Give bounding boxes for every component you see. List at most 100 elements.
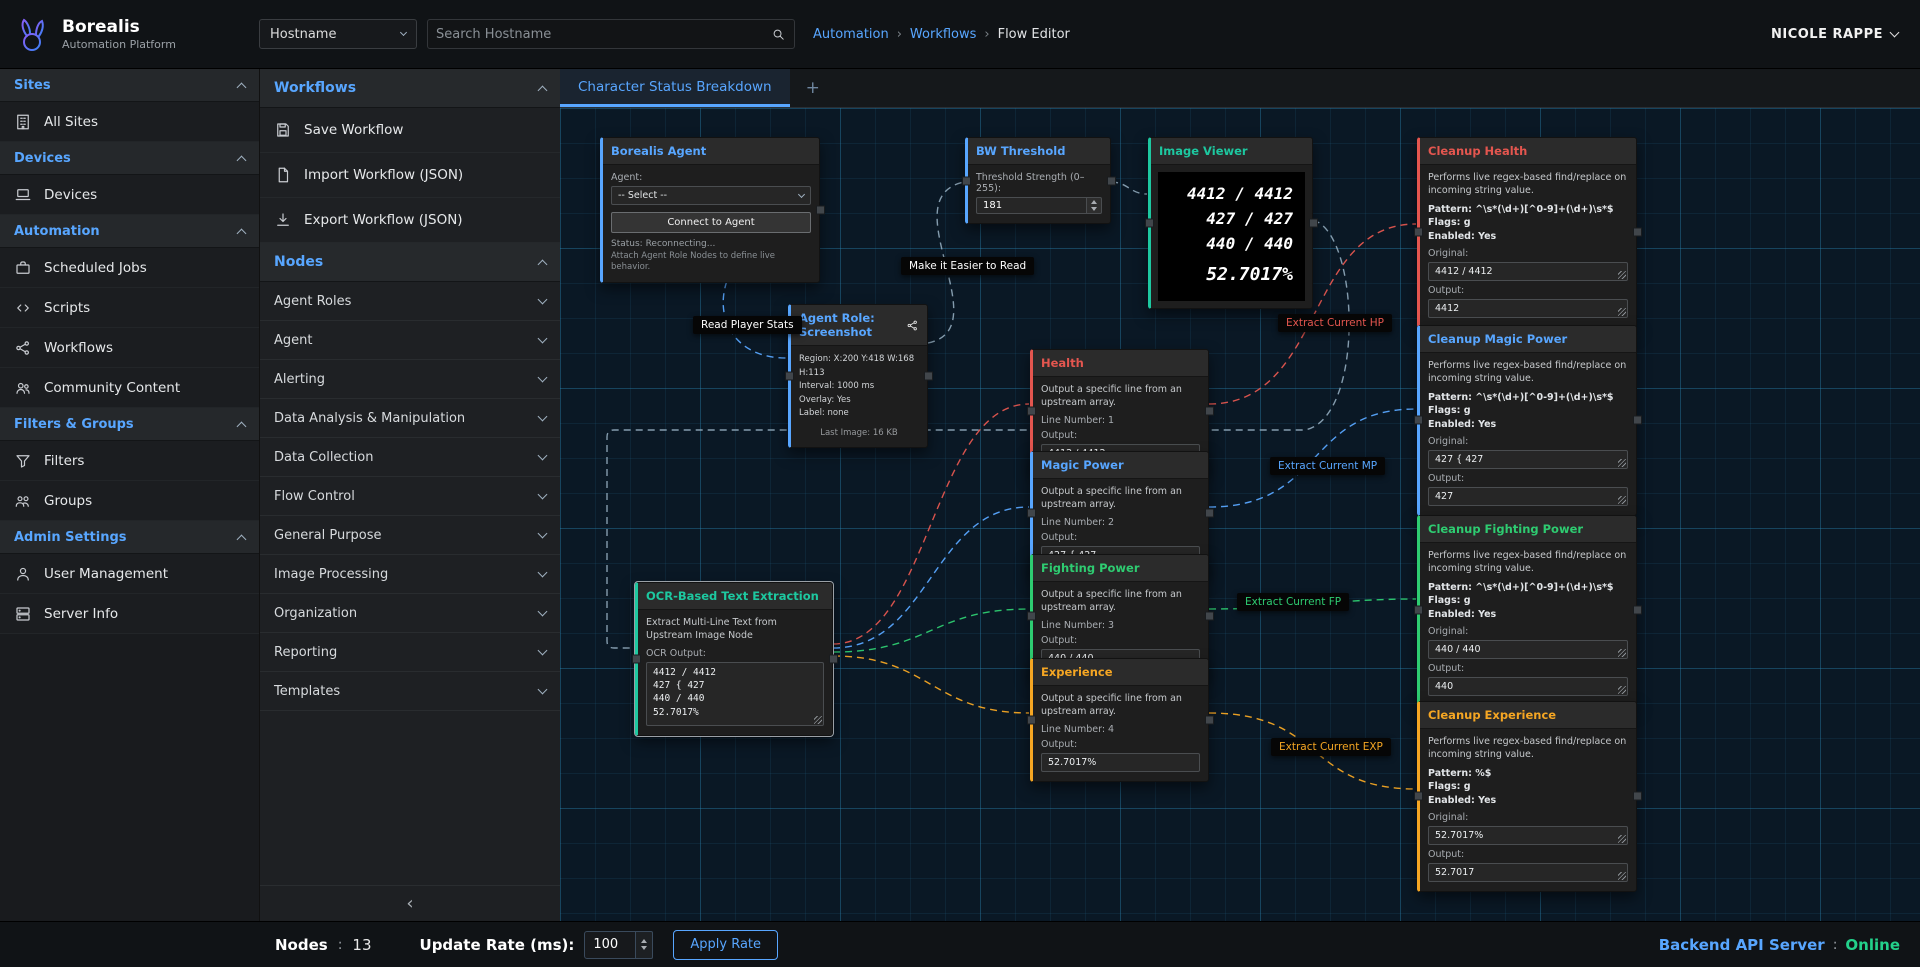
hostname-search[interactable] <box>427 19 795 49</box>
sidebar-item-scripts[interactable]: Scripts <box>0 288 259 328</box>
threshold-input[interactable] <box>976 197 1087 214</box>
output-handle[interactable] <box>1633 416 1642 425</box>
input-handle[interactable] <box>1414 416 1423 425</box>
sidebar-item-community-content[interactable]: Community Content <box>0 368 259 408</box>
output-handle[interactable] <box>1205 715 1214 724</box>
flow-canvas[interactable]: Read Player Stats Make it Easier to Read… <box>560 108 1920 921</box>
node-category-alerting[interactable]: Alerting <box>260 360 560 399</box>
node-category-data-collection[interactable]: Data Collection <box>260 438 560 477</box>
node-borealis-agent[interactable]: Borealis Agent Agent: -- Select -- Conne… <box>600 137 820 283</box>
original-field[interactable]: 52.7017% <box>1428 826 1628 845</box>
output-handle[interactable] <box>1205 508 1214 517</box>
sidebar-section-filters-groups[interactable]: Filters & Groups <box>0 408 259 441</box>
input-handle[interactable] <box>962 176 971 185</box>
node-cleanup-experience[interactable]: Cleanup Experience Performs live regex-b… <box>1417 701 1637 892</box>
node-category-flow-control[interactable]: Flow Control <box>260 477 560 516</box>
edge-label-extract-current-hp[interactable]: Extract Current HP <box>1278 314 1392 332</box>
nodes-panel-header[interactable]: Nodes <box>260 243 560 282</box>
node-header[interactable]: Cleanup Health <box>1420 138 1636 165</box>
node-image-viewer[interactable]: Image Viewer 4412 / 4412 427 / 427 440 /… <box>1148 137 1313 309</box>
original-field[interactable]: 4412 / 4412 <box>1428 262 1628 281</box>
output-handle[interactable] <box>1107 176 1116 185</box>
hostname-dropdown[interactable]: Hostname <box>259 19 417 49</box>
node-bw-threshold[interactable]: BW Threshold Threshold Strength (0–255): <box>965 137 1111 224</box>
apply-rate-button[interactable]: Apply Rate <box>673 930 778 960</box>
input-handle[interactable] <box>1027 715 1036 724</box>
original-field[interactable]: 440 / 440 <box>1428 640 1628 659</box>
node-category-data-analysis[interactable]: Data Analysis & Manipulation <box>260 399 560 438</box>
update-rate-input[interactable] <box>584 931 636 959</box>
node-header[interactable]: Borealis Agent <box>603 138 819 165</box>
node-header[interactable]: Cleanup Fighting Power <box>1420 516 1636 543</box>
collapse-panel-button[interactable]: ‹ <box>260 885 560 921</box>
node-category-general-purpose[interactable]: General Purpose <box>260 516 560 555</box>
edge-ocr-to-experience[interactable] <box>833 656 1029 713</box>
stepper-down-icon[interactable] <box>641 946 647 950</box>
node-header[interactable]: OCR-Based Text Extraction <box>638 583 832 610</box>
sidebar-item-groups[interactable]: Groups <box>0 481 259 521</box>
sidebar-item-server-info[interactable]: Server Info <box>0 594 259 634</box>
output-handle[interactable] <box>1633 228 1642 237</box>
output-handle[interactable] <box>1633 606 1642 615</box>
node-header[interactable]: Health <box>1033 350 1208 377</box>
original-field[interactable]: 427 { 427 <box>1428 450 1628 469</box>
sidebar-item-devices[interactable]: Devices <box>0 175 259 215</box>
output-field[interactable]: 440 <box>1428 677 1628 696</box>
agent-select[interactable]: -- Select -- <box>611 186 811 205</box>
input-handle[interactable] <box>1414 792 1423 801</box>
comment-make-it-easier-to-read[interactable]: Make it Easier to Read <box>901 257 1034 275</box>
input-handle[interactable] <box>1414 606 1423 615</box>
breadcrumb-workflows[interactable]: Workflows <box>910 27 976 42</box>
input-handle[interactable] <box>1027 508 1036 517</box>
input-handle[interactable] <box>1027 611 1036 620</box>
input-handle[interactable] <box>1027 406 1036 415</box>
breadcrumb-automation[interactable]: Automation <box>813 27 889 42</box>
node-header[interactable]: Image Viewer <box>1151 138 1312 165</box>
edge-label-extract-current-fp[interactable]: Extract Current FP <box>1237 593 1349 611</box>
output-handle[interactable] <box>816 206 825 215</box>
node-header[interactable]: Cleanup Experience <box>1420 702 1636 729</box>
input-handle[interactable] <box>1414 228 1423 237</box>
import-workflow-button[interactable]: Import Workflow (JSON) <box>260 153 560 198</box>
node-header[interactable]: Cleanup Magic Power <box>1420 326 1636 353</box>
share-icon[interactable] <box>906 319 919 332</box>
save-workflow-button[interactable]: Save Workflow <box>260 108 560 153</box>
edge-bwthreshold-to-imageviewer[interactable] <box>1111 182 1147 194</box>
node-category-organization[interactable]: Organization <box>260 594 560 633</box>
ocr-output-textarea[interactable]: 4412 / 4412 427 { 427 440 / 440 52.7017% <box>646 662 824 726</box>
node-category-reporting[interactable]: Reporting <box>260 633 560 672</box>
sidebar-item-user-management[interactable]: User Management <box>0 554 259 594</box>
stepper-down-icon[interactable] <box>1091 207 1097 211</box>
input-handle[interactable] <box>1145 219 1154 228</box>
rate-stepper[interactable] <box>636 931 653 959</box>
output-handle[interactable] <box>1309 219 1318 228</box>
node-cleanup-health[interactable]: Cleanup Health Performs live regex-based… <box>1417 137 1637 328</box>
edge-ocr-to-fighting-power[interactable] <box>833 609 1029 652</box>
node-header[interactable]: Agent Role: Screenshot <box>791 305 927 346</box>
sidebar-section-automation[interactable]: Automation <box>0 215 259 248</box>
number-stepper[interactable] <box>1087 197 1102 214</box>
output-handle[interactable] <box>1633 792 1642 801</box>
sidebar-section-sites[interactable]: Sites <box>0 69 259 102</box>
node-category-agent-roles[interactable]: Agent Roles <box>260 282 560 321</box>
output-field[interactable]: 52.7017% <box>1041 753 1200 772</box>
edge-ocr-to-magic-power[interactable] <box>833 507 1029 648</box>
node-agent-role-screenshot[interactable]: Agent Role: Screenshot Region: X:200 Y:4… <box>788 304 928 448</box>
output-handle[interactable] <box>1205 611 1214 620</box>
user-menu[interactable]: NICOLE RAPPE <box>1771 27 1898 42</box>
stepper-up-icon[interactable] <box>1091 200 1097 204</box>
output-field[interactable]: 52.7017 <box>1428 863 1628 882</box>
export-workflow-button[interactable]: Export Workflow (JSON) <box>260 198 560 243</box>
edge-label-extract-current-exp[interactable]: Extract Current EXP <box>1271 738 1391 756</box>
comment-read-player-stats[interactable]: Read Player Stats <box>693 316 802 334</box>
new-tab-button[interactable]: + <box>790 69 836 107</box>
sidebar-item-scheduled-jobs[interactable]: Scheduled Jobs <box>0 248 259 288</box>
sidebar-item-all-sites[interactable]: All Sites <box>0 102 259 142</box>
sidebar-item-filters[interactable]: Filters <box>0 441 259 481</box>
node-ocr-text-extraction[interactable]: OCR-Based Text Extraction Extract Multi-… <box>635 582 833 736</box>
connect-to-agent-button[interactable]: Connect to Agent <box>611 212 811 233</box>
node-category-image-processing[interactable]: Image Processing <box>260 555 560 594</box>
tab-character-status-breakdown[interactable]: Character Status Breakdown <box>560 69 790 107</box>
node-header[interactable]: BW Threshold <box>968 138 1110 165</box>
node-category-agent[interactable]: Agent <box>260 321 560 360</box>
